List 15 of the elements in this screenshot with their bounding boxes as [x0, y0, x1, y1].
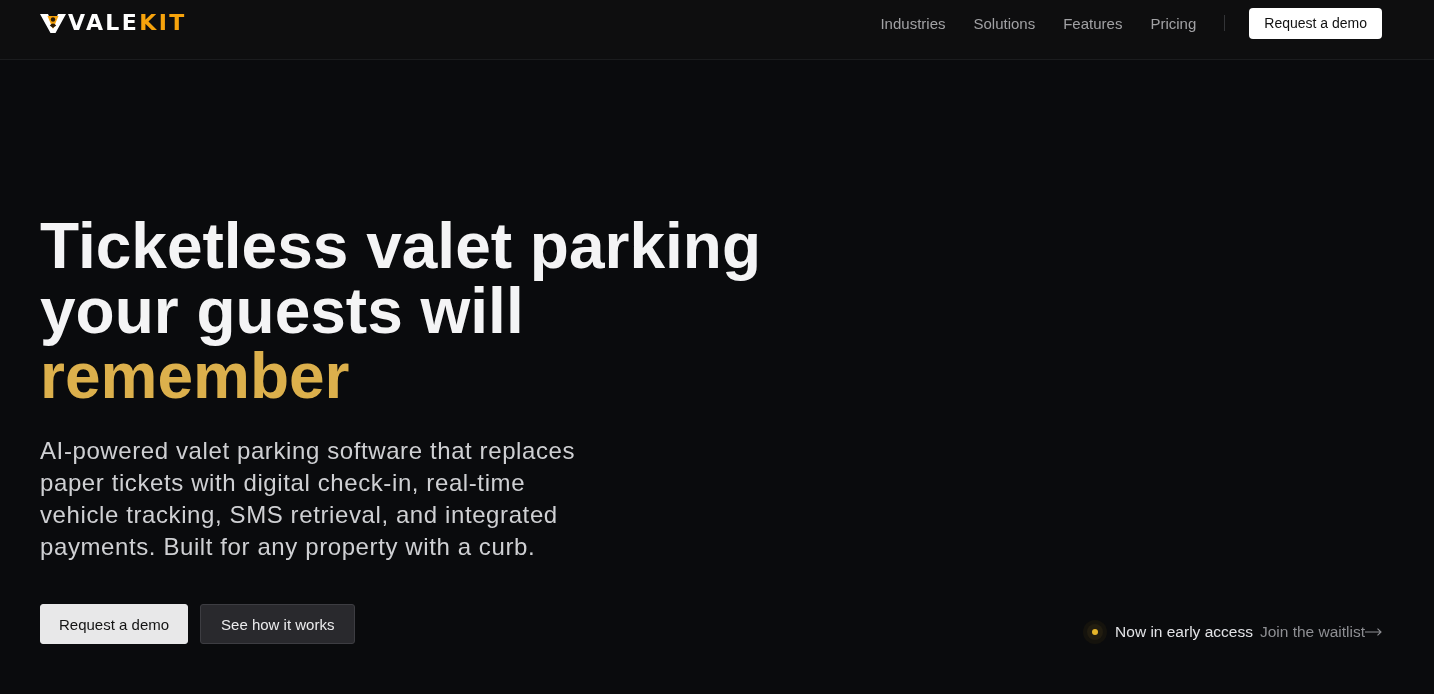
logo-icon[interactable]: [40, 13, 66, 33]
status-dot-icon: [1083, 620, 1108, 644]
nav-link[interactable]: Solutions: [973, 14, 1036, 32]
nav-link[interactable]: Features: [1063, 14, 1123, 32]
arrow-right-icon: [1365, 628, 1382, 636]
request-demo-button[interactable]: Request a demo: [40, 604, 189, 644]
early-access-label: Now in early access: [1115, 623, 1253, 641]
hero-subtitle: AI-powered valet parking software that replaces paper tickets with digital check-in, real-time vehicle tracking, SMS retrieval, and integrated payments. Built for any property with a curb.: [40, 436, 577, 562]
nav-link[interactable]: Industries: [880, 14, 946, 32]
see-how-it-works-button[interactable]: See how it works: [200, 604, 356, 644]
request-demo-button[interactable]: Request a demo: [1249, 7, 1382, 39]
waitlist-link[interactable]: Join the waitlist: [1259, 623, 1382, 641]
logo-wordmark[interactable]: VALE KIT: [68, 12, 187, 34]
nav-link[interactable]: Pricing: [1150, 14, 1197, 32]
hero-headline: Ticketless valet parking your guests will remember: [40, 214, 762, 409]
